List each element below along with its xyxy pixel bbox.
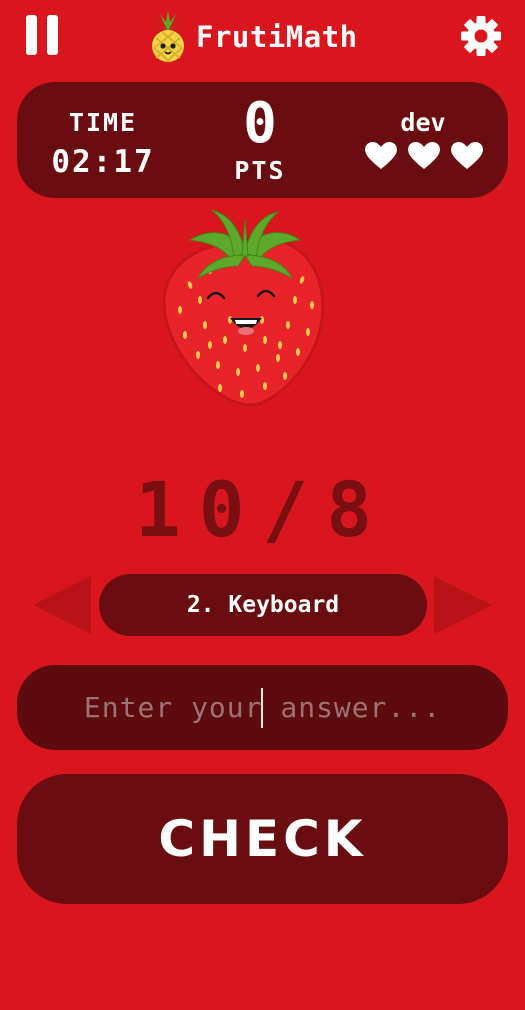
mode-prev-button[interactable] [33,576,91,634]
text-caret [261,688,263,728]
check-button[interactable]: CHECK [17,774,508,904]
app-title: FrutiMath [196,20,358,54]
settings-button[interactable] [460,15,502,57]
strawberry-character-icon [150,200,340,415]
stats-panel: TIME 02:17 0 PTS dev [17,82,508,198]
heart-icon [451,142,483,169]
arrow-right-icon [434,576,492,634]
score-value: 0 [243,91,277,156]
pause-icon-bar-left [26,15,37,55]
gear-icon [461,16,501,56]
pause-button[interactable] [26,15,60,55]
math-problem: 10/8 [134,465,391,554]
mode-next-button[interactable] [434,576,492,634]
pineapple-logo-icon [146,8,190,64]
score-unit: PTS [234,156,286,185]
arrow-left-icon [33,576,91,634]
pause-icon-bar-right [47,15,58,55]
heart-icon [365,142,397,169]
time-label: TIME [68,108,138,137]
player-name: dev [400,108,446,137]
time-value: 02:17 [51,144,155,180]
heart-icon [408,142,440,169]
mode-selector[interactable]: 2. Keyboard [99,574,427,636]
lives-hearts [365,142,495,172]
